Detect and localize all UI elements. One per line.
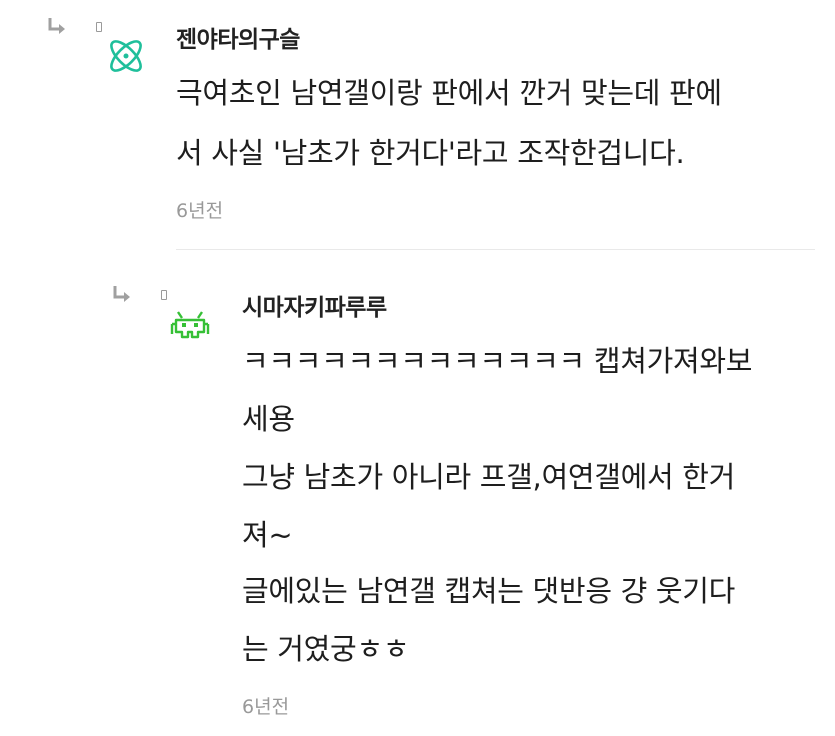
reply-arrow-icon [113,286,130,302]
comment-timestamp: 6년전 [176,200,224,222]
level-badge-icon [161,290,167,300]
level-badge-icon [96,22,102,32]
reply-arrow-icon [48,18,65,34]
comment-timestamp: 6년전 [242,696,290,718]
space-invader-icon[interactable] [168,304,212,348]
orbit-atom-icon[interactable] [104,34,148,78]
comment-text-line: 글에있는 남연갤 캡쳐는 댓반응 걍 웃기다 [242,574,736,608]
comment-text-line: 그냥 남초가 아니라 프갤,여연갤에서 한거 [242,460,736,494]
comment-text-line: 서 사실 '남초가 한거다'라고 조작한겁니다. [176,136,685,170]
comment-text-line: ㅋㅋㅋㅋㅋㅋㅋㅋㅋㅋㅋㅋㅋ 캡쳐가져와보 [242,344,753,378]
comment-text-line: 극여초인 남연갤이랑 판에서 깐거 맞는데 판에 [176,76,722,110]
comment-item: 시마자키파루루 ㅋㅋㅋㅋㅋㅋㅋㅋㅋㅋㅋㅋㅋ 캡쳐가져와보 세용 그냥 남초가 아… [0,250,835,736]
comment-item: 젠야타의구슬 극여초인 남연갤이랑 판에서 깐거 맞는데 판에 서 사실 '남초… [0,0,835,250]
comment-author[interactable]: 시마자키파루루 [242,288,387,322]
comment-text-line: 는 거였궁ㅎㅎ [242,632,410,666]
comment-author[interactable]: 젠야타의구슬 [176,20,300,54]
comment-text-line: 져~ [242,518,293,552]
comment-text-line: 세용 [242,402,295,436]
